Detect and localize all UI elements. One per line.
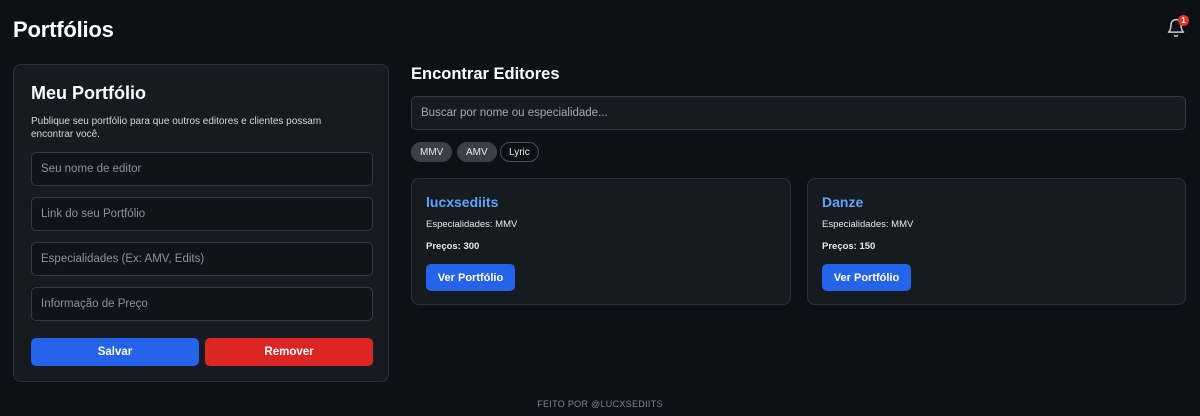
filter-chip-amv[interactable]: AMV [457,142,497,162]
remove-button[interactable]: Remover [205,338,373,366]
find-editors-title: Encontrar Editores [411,65,560,83]
notification-badge: 1 [1178,15,1189,26]
footer-credit: FEITO POR @LUCXSEDIITS [537,399,663,409]
page-title: Portfólios [13,17,114,42]
editor-card: lucxsediits Especialidades: MMV Preços: … [411,178,791,305]
notifications-button[interactable]: 1 [1166,15,1189,40]
view-portfolio-button[interactable]: Ver Portfólio [822,264,911,291]
editor-specialties: Especialidades: MMV [426,219,518,230]
editor-price: Preços: 150 [822,241,876,252]
editor-card: Danze Especialidades: MMV Preços: 150 Ve… [807,178,1186,305]
specialties-input[interactable] [31,242,373,276]
filter-chip-lyric[interactable]: Lyric [500,142,539,162]
editor-specialties: Especialidades: MMV [822,219,914,230]
save-button[interactable]: Salvar [31,338,199,366]
my-portfolio-description: Publique seu portfólio para que outros e… [31,116,322,140]
editor-name[interactable]: Danze [822,194,863,210]
editor-name[interactable]: lucxsediits [426,194,498,210]
search-input[interactable] [411,96,1186,130]
filter-chip-mmv[interactable]: MMV [411,142,453,162]
my-portfolio-panel: Meu Portfólio Publique seu portfólio par… [13,64,389,382]
price-info-input[interactable] [31,287,373,321]
view-portfolio-button[interactable]: Ver Portfólio [426,264,515,291]
my-portfolio-title: Meu Portfólio [31,83,146,103]
portfolio-link-input[interactable] [31,197,373,231]
editor-name-input[interactable] [31,152,373,186]
editor-price: Preços: 300 [426,241,480,252]
